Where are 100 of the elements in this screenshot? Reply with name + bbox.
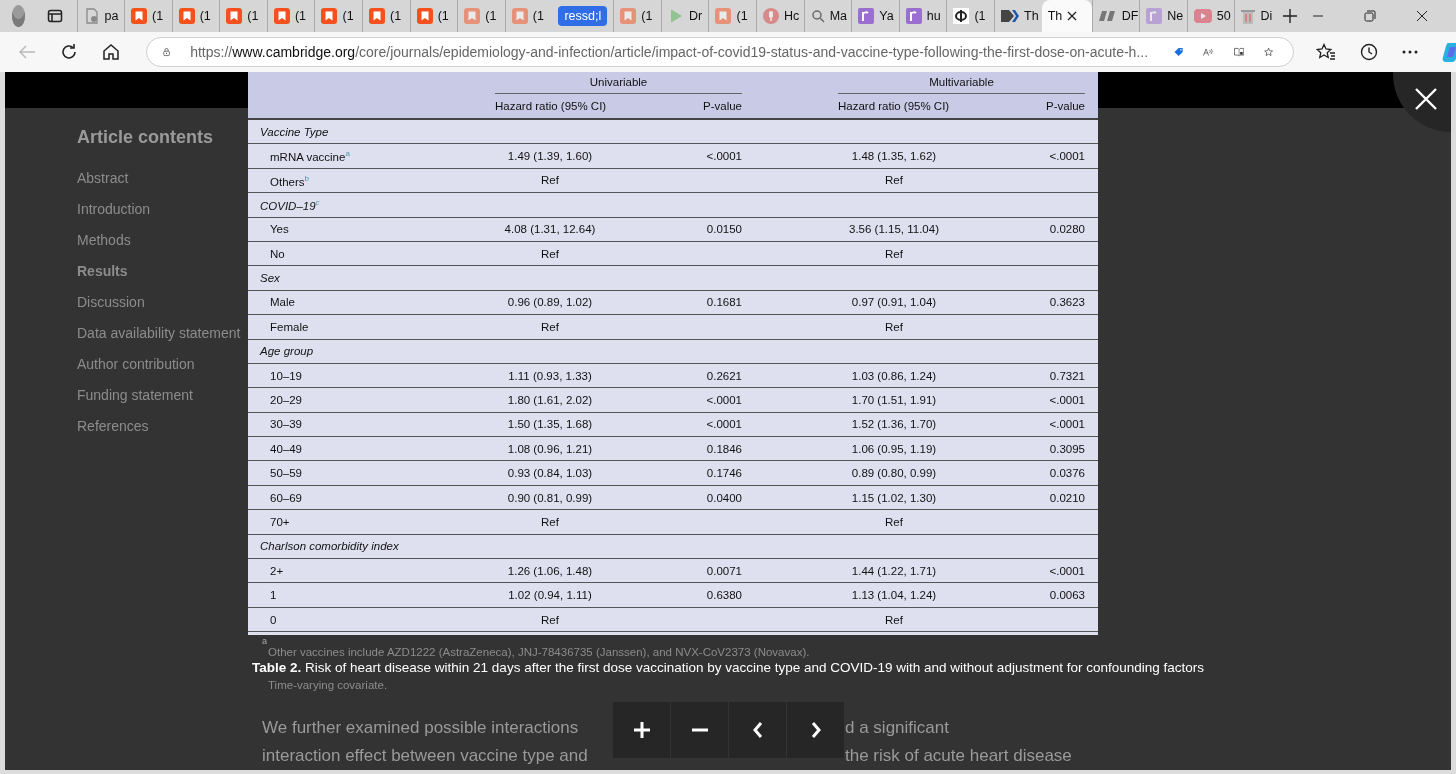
table-cell-text: <.0001 [705,394,742,406]
table-cell-text: 1.49 (1.39, 1.60) [506,150,594,163]
new-tab-icon[interactable] [1282,8,1298,24]
sidebar-link[interactable]: Results [77,256,248,287]
tab-title: Ma [829,9,848,23]
table-cell-text: 1.70 (1.51, 1.91) [850,394,938,406]
section-label: Vaccine Type [259,125,330,138]
section-label: Age group [258,345,315,358]
bookmark-icon [715,8,732,24]
column-header: P-value [702,100,742,112]
table-cell-text: 0.6380 [705,589,742,602]
tab-title: (1 [974,9,986,23]
row-label: 40–49 [269,442,303,455]
sidebar-link[interactable]: Funding statement [77,380,248,411]
sidebar-link[interactable]: Author contribution [77,349,248,380]
row-label: Male [269,296,296,309]
table-cell-text: Ref [540,515,560,528]
table-cell-text: <.0001 [1048,564,1085,577]
table-cell-text: Ref [884,247,904,260]
row-label: 70+ [269,515,291,528]
home-icon[interactable] [102,43,120,61]
footnote-text: Time-varying covariate. [268,678,388,692]
column-header: Hazard ratio (95% CI) [495,100,605,112]
tab-title: DF [1121,9,1139,23]
paragraph-text: the risk of acute heart disease [845,745,1072,767]
row-label: Yes [269,223,290,236]
row-label: Female [269,320,310,333]
sidebar-link[interactable]: Data availability statement [77,318,248,349]
bookmark-icon [369,8,386,24]
table-cell-text: Ref [540,174,560,187]
table-cell-text: <.0001 [1048,418,1085,431]
table-cell-text: 0.90 (0.81, 0.99) [506,491,594,504]
tab-group-label[interactable]: ressd;l [558,6,608,26]
table-cell-text: 1.13 (1.04, 1.24) [850,589,938,602]
table-cell-text: 0.0063 [1048,589,1085,602]
table-cell-text: 0.96 (0.89, 1.02) [506,296,594,309]
search-icon [810,9,825,23]
sidebar-link[interactable]: References [77,411,248,442]
table-caption: Table 2. Risk of heart disease within 21 days after the first dose vaccination by vaccine type and COVID-19 with and without adjustment for confounding factors [252,660,1204,676]
table-cell-text: <.0001 [705,150,742,163]
profile-avatar[interactable] [12,5,25,27]
close-window-icon[interactable] [1416,10,1428,22]
column-header: P-value [1045,100,1085,112]
microphone-icon [763,8,780,24]
tab-title: Ne [1167,9,1184,23]
tab-title: (1 [641,9,653,23]
close-tab-icon[interactable] [1067,11,1078,21]
tab-title: hu [926,9,941,23]
sidebar-link[interactable]: Introduction [77,194,248,225]
sidebar-title: Article contents [77,127,215,148]
table-cell-text: 0.0210 [1048,491,1085,504]
tab-title: Dr [688,9,703,23]
table-cell-text: Ref [884,515,904,528]
table-cell-text: 1.26 (1.06, 1.48) [506,564,594,577]
zoom-in-button[interactable] [613,702,670,758]
table-cell-text: 0.97 (0.91, 1.04) [850,296,938,309]
chevron-logo-icon [1001,8,1020,24]
table-cell-text: <.0001 [1048,394,1085,406]
close-icon [1415,88,1437,110]
table-cell-text: 1.11 (0.93, 1.33) [507,369,593,382]
browser-tab[interactable]: Th [1041,0,1092,32]
table-cell-text: <.0001 [705,418,742,431]
bookmark-icon [321,8,338,24]
sidebar-link[interactable]: Discussion [77,287,248,318]
tab-title: 50 [1216,9,1231,23]
row-label: 50–59 [269,467,303,480]
table-cell-text: 0.89 (0.80, 0.99) [850,467,938,480]
row-label: 1 [269,589,278,602]
table-cell-text: Ref [884,613,904,626]
sidebar-link[interactable]: Abstract [77,163,248,194]
app-icon [858,8,875,24]
bookmark-icon [464,8,481,24]
tab-title: (1 [247,9,259,23]
table-cell-text: 0.3623 [1048,296,1085,309]
table-cell-text: 1.03 (0.86, 1.24) [850,369,938,382]
favorites-icon[interactable] [1316,43,1336,61]
sidebar-link[interactable]: Methods [77,225,248,256]
tab-title: (1 [736,9,748,23]
previous-button[interactable] [729,702,786,758]
table-cell-text: 1.44 (1.22, 1.71) [850,564,938,577]
tab-title: Th [1024,9,1039,23]
next-button[interactable] [787,702,844,758]
tab-actions-icon[interactable] [46,8,63,24]
refresh-icon[interactable] [60,43,78,61]
more-icon[interactable] [1402,50,1418,54]
tab-title: (1 [485,9,497,23]
tab-title: (1 [390,9,402,23]
app-icon [905,8,922,24]
table-cell-text: Ref [884,320,904,333]
address-field[interactable]: https://www.cambridge.org/core/journals/epidemiology-and-infection/article/impact-of-covid19-status-and-vaccine-type-following-the-first-dose-on-acute-h... [146,37,1294,67]
table-cell-text: Ref [540,247,560,260]
chevron-right-icon [810,721,821,739]
history-icon[interactable] [1360,43,1378,61]
table-cell-text: 1.48 (1.35, 1.62) [850,150,938,163]
app-icon [1146,8,1163,24]
tab-title: (1 [342,9,354,23]
bin-icon [1241,8,1256,24]
restore-icon[interactable] [1364,10,1376,22]
circle-logo-icon [953,8,970,24]
tab-title: Ya [879,9,894,23]
